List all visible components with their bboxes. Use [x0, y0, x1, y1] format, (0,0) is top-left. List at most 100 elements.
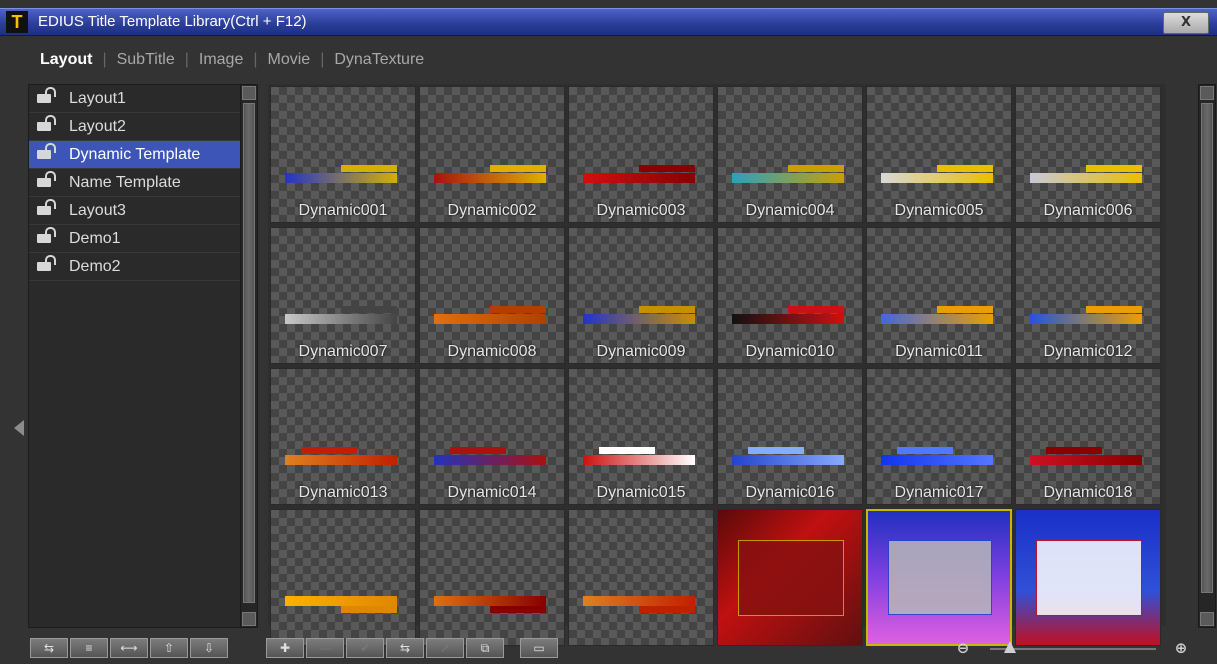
tree-item-layout1[interactable]: Layout1 — [29, 85, 241, 113]
template-thumbnail[interactable]: Dynamic005 — [866, 86, 1012, 223]
scroll-down-button[interactable] — [1200, 612, 1214, 626]
template-preview-bar — [490, 306, 546, 313]
toolbar-right-button-4[interactable]: ⇆ — [386, 638, 424, 658]
template-thumbnail[interactable]: Dynamic015 — [568, 368, 714, 505]
toolbar-right-button-7[interactable]: ▭ — [520, 638, 558, 658]
tab-movie[interactable]: Movie — [266, 51, 313, 69]
template-thumbnail[interactable]: Dynamic014 — [419, 368, 565, 505]
scroll-down-button[interactable] — [242, 612, 256, 626]
scroll-thumb[interactable] — [243, 103, 255, 603]
scroll-up-button[interactable] — [1200, 86, 1214, 100]
template-thumbnail[interactable]: Dynamic004 — [717, 86, 863, 223]
template-thumbnail[interactable]: Dynamic009 — [568, 227, 714, 364]
template-preview-bar — [583, 455, 695, 465]
tab-subtitle[interactable]: SubTitle — [115, 51, 177, 69]
template-toolbar: ✚ — ✔ ⇆ ↗ ⧉ ▭ — [266, 638, 558, 660]
zoom-slider-handle[interactable] — [1003, 641, 1016, 653]
template-label: Dynamic016 — [745, 484, 835, 501]
tree-item-demo2[interactable]: Demo2 — [29, 253, 241, 281]
template-thumbnail[interactable] — [1015, 509, 1161, 646]
template-thumbnail[interactable]: Dynamic017 — [866, 368, 1012, 505]
tab-separator: | — [184, 51, 189, 68]
toolbar-right-button-2[interactable]: — — [306, 638, 344, 658]
template-thumbnail[interactable]: Dynamic018 — [1015, 368, 1161, 505]
toolbar-left-button-4[interactable]: ⇧ — [150, 638, 188, 658]
toolbar-right-button-6[interactable]: ⧉ — [466, 638, 504, 658]
thumbnail-grid-scrollbar[interactable] — [1198, 84, 1216, 628]
template-thumbnail[interactable]: Dynamic002 — [419, 86, 565, 223]
tree-item-layout2[interactable]: Layout2 — [29, 113, 241, 141]
close-button[interactable]: X — [1163, 12, 1209, 34]
template-thumbnail[interactable]: Dynamic011 — [866, 227, 1012, 364]
toolbar-right-button-3[interactable]: ✔ — [346, 638, 384, 658]
toolbar-left-button-2[interactable]: ≡ — [70, 638, 108, 658]
template-preview-bar — [301, 447, 357, 454]
template-preview-bar — [285, 455, 397, 465]
template-label: Dynamic014 — [447, 484, 537, 501]
tree-item-label: Layout1 — [69, 90, 126, 107]
template-thumbnail[interactable] — [270, 509, 416, 646]
zoom-in-icon[interactable]: ⊕ — [1170, 638, 1192, 658]
template-preview-bar — [937, 306, 993, 313]
template-label: Dynamic005 — [894, 202, 984, 219]
unlock-icon — [37, 171, 56, 187]
title-bar[interactable]: T EDIUS Title Template Library(Ctrl + F1… — [0, 8, 1217, 36]
scroll-thumb[interactable] — [1201, 103, 1213, 593]
template-preview-image — [868, 511, 1010, 644]
scroll-up-button[interactable] — [242, 86, 256, 100]
folder-tree-scrollbar[interactable] — [240, 84, 258, 628]
template-thumbnail[interactable]: Dynamic006 — [1015, 86, 1161, 223]
unlock-icon — [37, 87, 56, 103]
tree-item-dynamic-template[interactable]: Dynamic Template — [29, 141, 241, 169]
tab-dynatexture[interactable]: DynaTexture — [332, 51, 426, 69]
template-thumbnail[interactable]: Dynamic013 — [270, 368, 416, 505]
template-preview-bar — [285, 314, 397, 324]
template-label: Dynamic017 — [894, 484, 984, 501]
tab-layout[interactable]: Layout — [38, 51, 94, 69]
folder-tree: Layout1 Layout2 Dynamic Template Name Templ… — [28, 84, 242, 628]
template-thumbnail[interactable]: Dynamic008 — [419, 227, 565, 364]
template-thumbnail[interactable]: Dynamic012 — [1015, 227, 1161, 364]
template-preview-bar — [434, 596, 546, 606]
template-thumbnail[interactable]: Dynamic010 — [717, 227, 863, 364]
template-label: Dynamic001 — [298, 202, 388, 219]
template-thumbnail[interactable] — [866, 509, 1012, 646]
template-label: Dynamic007 — [298, 343, 388, 360]
template-label: Dynamic003 — [596, 202, 686, 219]
zoom-out-icon[interactable]: ⊖ — [952, 638, 974, 658]
template-thumbnail[interactable]: Dynamic003 — [568, 86, 714, 223]
template-preview-bar — [881, 314, 993, 324]
tree-item-layout3[interactable]: Layout3 — [29, 197, 241, 225]
template-thumbnail[interactable] — [568, 509, 714, 646]
toolbar-left-button-5[interactable]: ⇩ — [190, 638, 228, 658]
toolbar-left-button-1[interactable]: ⇆ — [30, 638, 68, 658]
template-thumbnail[interactable]: Dynamic016 — [717, 368, 863, 505]
template-label: Dynamic008 — [447, 343, 537, 360]
tree-item-name-template[interactable]: Name Template — [29, 169, 241, 197]
toolbar-right-button-1[interactable]: ✚ — [266, 638, 304, 658]
collapse-panel-strip[interactable] — [6, 80, 26, 628]
unlock-icon — [37, 143, 56, 159]
template-thumbnail[interactable] — [717, 509, 863, 646]
template-thumbnail[interactable]: Dynamic007 — [270, 227, 416, 364]
tab-image[interactable]: Image — [197, 51, 245, 69]
unlock-icon — [37, 199, 56, 215]
template-label: Dynamic012 — [1043, 343, 1133, 360]
template-preview-bar — [1030, 173, 1142, 183]
template-preview-panel — [1036, 539, 1142, 616]
template-preview-bar — [341, 306, 397, 313]
window-title: EDIUS Title Template Library(Ctrl + F12) — [38, 13, 307, 30]
template-preview-bar — [881, 173, 993, 183]
template-preview-bar — [639, 165, 695, 172]
toolbar-left-button-3[interactable]: ⟷ — [110, 638, 148, 658]
template-thumbnail-grid: Dynamic001 Dynamic002 Dynamic003 Dynamic004… — [268, 84, 1166, 646]
tree-item-demo1[interactable]: Demo1 — [29, 225, 241, 253]
template-preview-bar — [434, 173, 546, 183]
toolbar-right-button-5[interactable]: ↗ — [426, 638, 464, 658]
tab-separator: | — [253, 51, 258, 68]
template-thumbnail[interactable] — [419, 509, 565, 646]
template-preview-bar — [434, 314, 546, 324]
collapse-left-arrow-icon[interactable] — [14, 420, 24, 436]
template-label: Dynamic009 — [596, 343, 686, 360]
template-thumbnail[interactable]: Dynamic001 — [270, 86, 416, 223]
